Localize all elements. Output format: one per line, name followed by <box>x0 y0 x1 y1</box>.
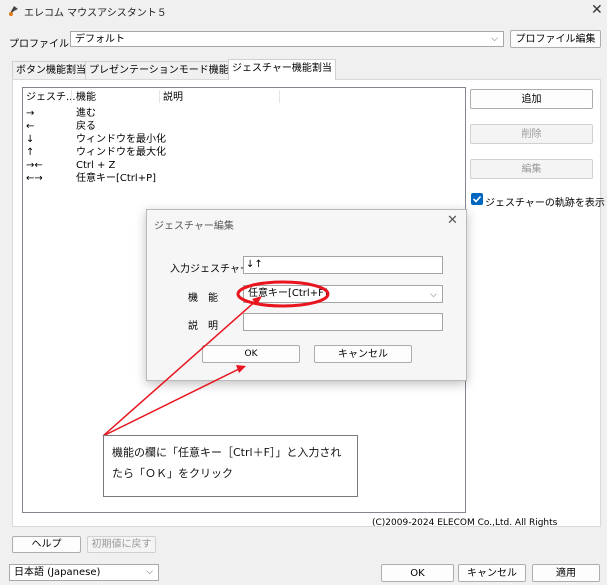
row-gesture: ↓ <box>26 134 35 145</box>
row-gesture: → <box>26 108 35 119</box>
row-function: ウィンドウを最小化 <box>76 134 166 145</box>
annotation-text: 機能の欄に「任意キー［Ctrl＋F］」と入力されたら「ＯＫ」をクリック <box>112 446 342 480</box>
help-button[interactable]: ヘルプ <box>12 536 81 553</box>
chevron-down-icon: ⌵ <box>430 290 437 300</box>
dialog-cancel-button[interactable]: キャンセル <box>314 345 412 363</box>
function-value: 任意キー[Ctrl+F] <box>248 288 328 299</box>
tab-gesture-assign[interactable]: ジェスチャー機能割当 <box>228 59 336 80</box>
table-row[interactable]: ↑ ウィンドウを最大化 <box>23 146 463 159</box>
profile-edit-button[interactable]: プロファイル編集 <box>510 30 601 48</box>
show-trail-label: ジェスチャーの軌跡を表示 <box>485 198 605 209</box>
language-value: 日本語 (Japanese) <box>14 567 101 578</box>
close-icon[interactable]: ✕ <box>591 2 603 18</box>
function-label: 機 能 <box>188 293 218 304</box>
row-function: ウィンドウを最大化 <box>76 147 166 158</box>
profile-label: プロファイル: <box>9 39 73 50</box>
cancel-button[interactable]: キャンセル <box>458 564 526 582</box>
table-row[interactable]: ← 戻る <box>23 120 463 133</box>
row-function: 任意キー[Ctrl+P] <box>76 173 157 184</box>
row-function: Ctrl + Z <box>76 160 116 171</box>
row-gesture: ← <box>26 121 35 132</box>
tab-button-assign[interactable]: ボタン機能割当 <box>12 61 90 79</box>
row-gesture: ↑ <box>26 147 35 158</box>
dialog-ok-button[interactable]: OK <box>202 345 300 363</box>
gesture-edit-dialog: ジェスチャー編集 ✕ 入力ジェスチャー ↓↑ 機 能 任意キー[Ctrl+F] … <box>146 209 467 381</box>
edit-button[interactable]: 編集 <box>470 159 593 179</box>
row-gesture: →← <box>26 160 43 171</box>
function-select[interactable]: 任意キー[Ctrl+F] ⌵ <box>243 285 443 303</box>
add-button[interactable]: 追加 <box>470 89 593 109</box>
description-label: 説 明 <box>188 321 218 332</box>
reset-button[interactable]: 初期値に戻す <box>87 536 156 553</box>
delete-button[interactable]: 削除 <box>470 124 593 144</box>
ok-button[interactable]: OK <box>381 564 454 582</box>
chevron-down-icon: ⌵ <box>491 34 498 44</box>
description-field[interactable] <box>243 313 443 331</box>
annotation-callout: 機能の欄に「任意キー［Ctrl＋F］」と入力されたら「ＯＫ」をクリック <box>103 435 358 497</box>
column-header-description[interactable]: 説明 <box>163 91 183 104</box>
table-row[interactable]: → 進む <box>23 107 463 120</box>
show-trail-checkbox[interactable] <box>471 193 483 205</box>
column-header-gesture[interactable]: ジェスチ... <box>26 91 76 104</box>
checkmark-icon <box>472 195 482 203</box>
table-row[interactable]: →← Ctrl + Z <box>23 159 463 172</box>
app-icon <box>7 4 20 17</box>
row-function: 進む <box>76 108 96 119</box>
column-header-function[interactable]: 機能 <box>76 91 96 104</box>
dialog-close-icon[interactable]: ✕ <box>447 213 458 228</box>
profile-select[interactable]: デフォルト ⌵ <box>70 31 504 47</box>
header-divider <box>279 90 280 103</box>
copyright-text: (C)2009-2024 ELECOM Co.,Ltd. All Rights <box>372 518 558 528</box>
dialog-title: ジェスチャー編集 <box>154 221 234 232</box>
input-gesture-label: 入力ジェスチャー <box>170 264 250 275</box>
row-function: 戻る <box>76 121 96 132</box>
window-title: エレコム マウスアシスタント５ <box>24 8 167 19</box>
apply-button[interactable]: 適用 <box>532 564 600 582</box>
chevron-down-icon: ⌵ <box>146 567 153 577</box>
table-row[interactable]: ↓ ウィンドウを最小化 <box>23 133 463 146</box>
profile-value: デフォルト <box>75 34 125 45</box>
table-header: ジェスチ... 機能 説明 <box>23 91 463 104</box>
header-divider <box>71 90 72 103</box>
title-bar: エレコム マウスアシスタント５ ✕ <box>0 0 607 22</box>
language-select[interactable]: 日本語 (Japanese) ⌵ <box>9 564 159 581</box>
input-gesture-field[interactable]: ↓↑ <box>243 256 443 274</box>
table-row[interactable]: ←→ 任意キー[Ctrl+P] <box>23 172 463 185</box>
row-gesture: ←→ <box>26 173 43 184</box>
header-divider <box>159 90 160 103</box>
